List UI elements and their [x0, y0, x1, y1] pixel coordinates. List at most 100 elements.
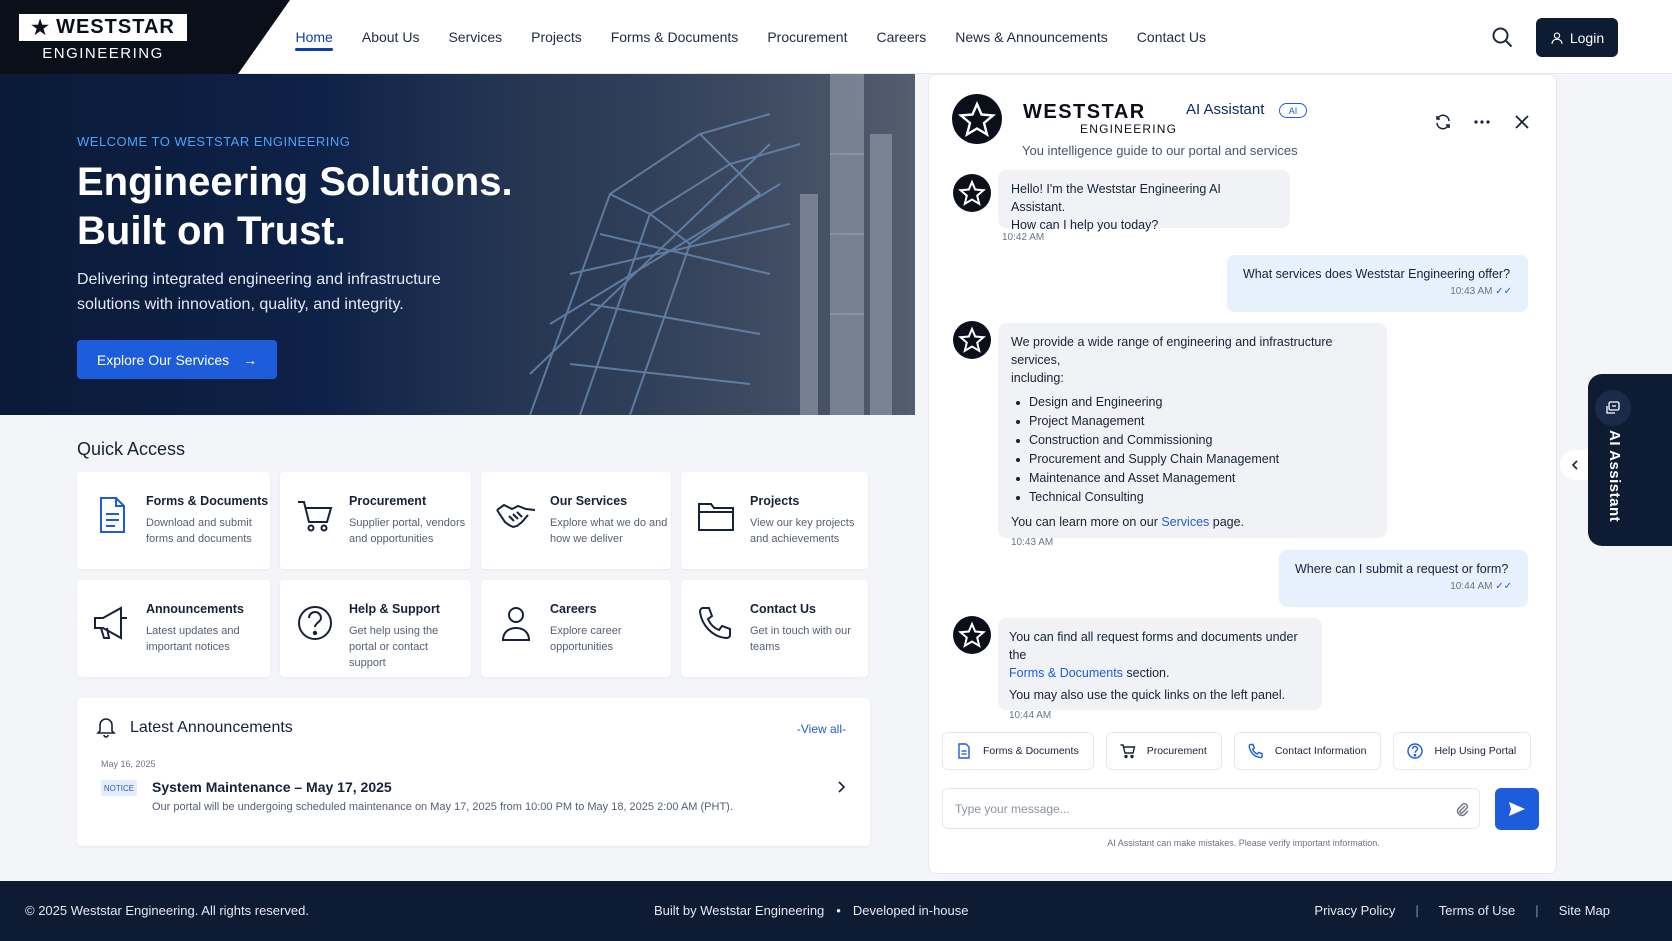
quick-card-procurement[interactable]: Procurement Supplier portal, vendors and… — [280, 472, 471, 569]
side-tab-label: AI Assistant — [1606, 430, 1623, 523]
search-icon[interactable] — [1490, 25, 1514, 49]
card-desc: Get in touch with our teams — [750, 625, 851, 653]
message-input[interactable]: Type your message... — [942, 788, 1480, 829]
cart-icon — [1120, 744, 1136, 759]
nav-item-about-us[interactable]: About Us — [347, 0, 434, 74]
terms-of-use-link[interactable]: Terms of Use — [1439, 903, 1516, 918]
refresh-icon[interactable] — [1434, 113, 1452, 131]
send-button[interactable] — [1495, 788, 1539, 830]
chat-title: AI Assistant — [1186, 101, 1265, 118]
footer-divider: | — [1415, 903, 1419, 918]
announcement-title: System Maintenance – May 17, 2025 — [152, 779, 392, 795]
nav-item-forms-documents[interactable]: Forms & Documents — [596, 0, 753, 74]
ai-assistant-panel: WESTSTAR ENGINEERING AI Assistant AI You… — [928, 74, 1557, 874]
privacy-policy-link[interactable]: Privacy Policy — [1314, 903, 1395, 918]
bot-message: Hello! I'm the Weststar Engineering AI A… — [998, 170, 1290, 232]
logo[interactable]: ★ WESTSTAR ENGINEERING — [0, 0, 290, 74]
hero-title-line-1: Engineering Solutions. — [77, 160, 513, 204]
bot-avatar — [953, 321, 991, 359]
document-icon — [100, 497, 125, 533]
message-text: What services does Weststar Engineering … — [1243, 267, 1511, 281]
chip-label: Contact Information — [1274, 745, 1367, 757]
bot-avatar — [953, 616, 991, 654]
login-button[interactable]: Login — [1536, 18, 1618, 57]
message-text: You may also use the quick links on the … — [1009, 688, 1286, 702]
list-item: Technical Consulting — [1011, 488, 1374, 507]
forms-documents-link[interactable]: Forms & Documents — [1009, 666, 1123, 680]
ai-badge: AI — [1279, 103, 1307, 118]
site-footer: © 2025 Weststar Engineering. All rights … — [0, 881, 1672, 941]
nav-item-projects[interactable]: Projects — [517, 0, 597, 74]
handshake-icon — [496, 503, 536, 529]
chat-tagline: You intelligence guide to our portal and… — [1022, 143, 1298, 158]
quick-card-forms-documents[interactable]: Forms & Documents Download and submit fo… — [77, 472, 270, 569]
input-placeholder: Type your message... — [955, 801, 1070, 816]
announcements-title: Latest Announcements — [130, 719, 293, 736]
cart-icon — [298, 501, 333, 532]
quick-card-our-services[interactable]: Our Services Explore what we do and how … — [481, 472, 671, 569]
collapse-panel-button[interactable] — [1560, 450, 1590, 480]
card-title: Our Services — [550, 494, 628, 508]
bot-message: You can find all request forms and docum… — [998, 618, 1322, 721]
chip-label: Forms & Documents — [983, 745, 1079, 757]
nav-item-news[interactable]: News & Announcements — [941, 0, 1123, 74]
chip-forms-documents[interactable]: Forms & Documents — [942, 732, 1094, 770]
folder-icon — [698, 503, 734, 531]
chip-procurement[interactable]: Procurement — [1105, 732, 1222, 770]
paperclip-icon[interactable] — [1454, 801, 1470, 817]
brand-name: WESTSTAR — [56, 16, 175, 38]
chip-contact-information[interactable]: Contact Information — [1233, 732, 1382, 770]
message-text: You can find all request forms and docum… — [1009, 630, 1298, 662]
quick-card-announcements[interactable]: Announcements Latest updates and importa… — [77, 580, 270, 677]
close-icon[interactable] — [1513, 113, 1531, 131]
services-list: Design and Engineering Project Managemen… — [1011, 393, 1374, 507]
nav-item-contact-us[interactable]: Contact Us — [1122, 0, 1220, 74]
quick-card-careers[interactable]: Careers Explore career opportunities — [481, 580, 671, 677]
user-message: What services does Weststar Engineering … — [1227, 255, 1528, 312]
main-nav: Home About Us Services Projects Forms & … — [281, 0, 1221, 74]
quick-card-help-support[interactable]: Help & Support Get help using the portal… — [280, 580, 471, 677]
announcement-date: May 16, 2025 — [101, 759, 156, 769]
explore-services-button[interactable]: Explore Our Services → — [77, 340, 277, 379]
send-icon — [1509, 802, 1525, 816]
nav-item-services[interactable]: Services — [434, 0, 517, 74]
announcement-desc: Our portal will be undergoing scheduled … — [152, 801, 733, 813]
card-desc: Download and submit forms and documents — [146, 517, 252, 545]
services-link[interactable]: Services — [1161, 515, 1209, 529]
chat-brand: WESTSTAR — [1023, 101, 1146, 123]
assistant-avatar — [952, 94, 1002, 144]
bot-message: We provide a wide range of engineering a… — [998, 323, 1387, 548]
double-check-icon: ✓✓ — [1495, 286, 1512, 297]
nav-item-careers[interactable]: Careers — [862, 0, 941, 74]
list-item: Project Management — [1011, 412, 1374, 431]
star-icon — [957, 100, 997, 138]
list-item: Procurement and Supply Chain Management — [1011, 450, 1374, 469]
footer-divider: | — [1535, 903, 1539, 918]
megaphone-icon — [94, 606, 127, 640]
logo-wordmark: ★ WESTSTAR — [19, 14, 187, 41]
quick-card-contact-us[interactable]: Contact Us Get in touch with our teams — [681, 580, 868, 677]
list-item: Construction and Commissioning — [1011, 431, 1374, 450]
notice-badge: NOTICE — [101, 780, 137, 796]
chevron-right-icon[interactable] — [834, 780, 848, 794]
view-all-link[interactable]: -View all- — [797, 722, 846, 736]
more-options-icon[interactable] — [1473, 113, 1491, 131]
chat-bubbles-icon — [1606, 401, 1620, 414]
nav-item-home[interactable]: Home — [281, 0, 347, 74]
bot-avatar — [953, 174, 991, 212]
star-icon: ★ — [31, 17, 51, 39]
latest-announcements: Latest Announcements -View all- May 16, … — [77, 698, 870, 846]
developed-in-house: Developed in-house — [852, 903, 969, 918]
chip-help-using-portal[interactable]: Help Using Portal — [1393, 732, 1532, 770]
message-text: Where can I submit a request or form? — [1295, 562, 1509, 576]
list-item: Design and Engineering — [1011, 393, 1374, 412]
site-map-link[interactable]: Site Map — [1559, 903, 1610, 918]
nav-item-procurement[interactable]: Procurement — [753, 0, 862, 74]
quick-card-projects[interactable]: Projects View our key projects and achie… — [681, 472, 868, 569]
site-header: ★ WESTSTAR ENGINEERING Home About Us Ser… — [0, 0, 1672, 74]
bell-icon — [96, 718, 116, 738]
card-desc: Explore career opportunities — [550, 625, 622, 653]
document-icon — [958, 743, 970, 759]
message-text: page. — [1209, 515, 1245, 529]
message-time: 10:44 AM — [1009, 710, 1052, 721]
